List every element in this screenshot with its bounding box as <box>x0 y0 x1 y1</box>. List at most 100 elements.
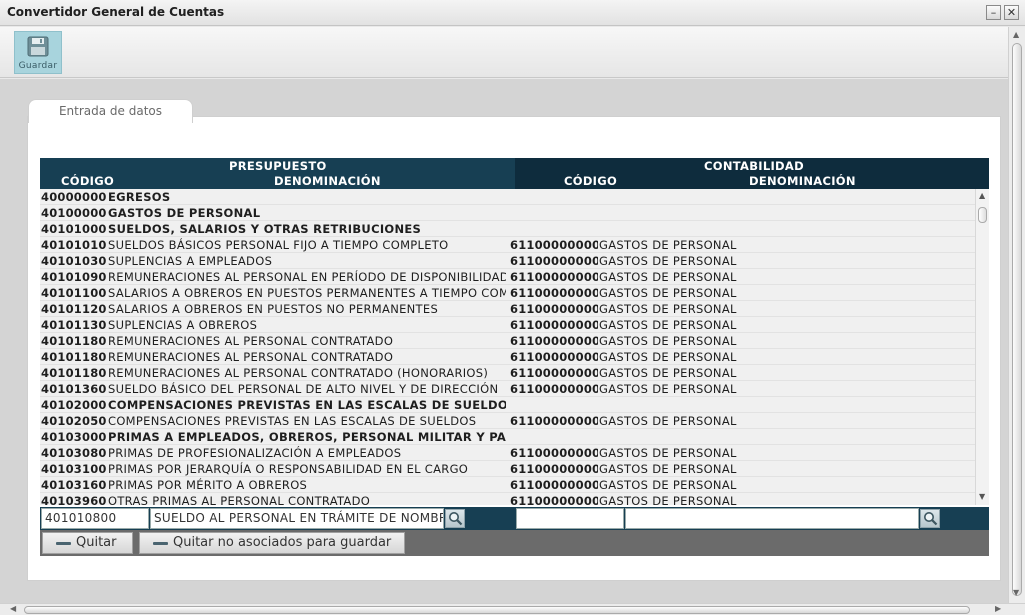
table-row[interactable]: 401011000SALARIOS A OBREROS EN PUESTOS P… <box>40 285 975 301</box>
pres-code-cell: 401010000 <box>41 222 107 236</box>
pres-code-cell: 401031000 <box>41 462 107 476</box>
pres-code-cell: 401020500 <box>41 414 107 428</box>
cont-code-cell: 611000000000 <box>510 334 598 348</box>
pres-code-cell: 401011200 <box>41 302 107 316</box>
cont-code-input[interactable] <box>516 508 624 529</box>
pres-denom-cell: PRIMAS POR MÉRITO A OBREROS <box>108 478 308 492</box>
minimize-button[interactable]: – <box>986 5 1001 20</box>
pres-code-cell: 401011800 <box>41 334 107 348</box>
cont-denom-input[interactable] <box>625 508 919 529</box>
floppy-disk-icon <box>27 36 49 57</box>
pres-denom-cell: GASTOS DE PERSONAL <box>108 206 261 220</box>
scroll-left-icon[interactable]: ◀ <box>10 604 16 613</box>
scroll-down-icon[interactable]: ▼ <box>1013 588 1019 597</box>
pres-code-cell: 400000000 <box>41 190 107 204</box>
cont-denom-cell: GASTOS DE PERSONAL <box>599 286 737 300</box>
table-row[interactable]: 401011802REMUNERACIONES AL PERSONAL CONT… <box>40 365 975 381</box>
grid-body: 400000000EGRESOS401000000GASTOS DE PERSO… <box>40 189 975 505</box>
pres-search-button[interactable] <box>445 509 465 528</box>
table-row[interactable]: 401010100SUELDOS BÁSICOS PERSONAL FIJO A… <box>40 237 975 253</box>
table-row[interactable]: 401010900REMUNERACIONES AL PERSONAL EN P… <box>40 269 975 285</box>
cont-denom-cell: GASTOS DE PERSONAL <box>599 414 737 428</box>
window-vertical-scrollbar[interactable]: ▲ ▼ <box>1008 27 1025 603</box>
pres-denom-cell: OTRAS PRIMAS AL PERSONAL CONTRATADO <box>108 494 371 505</box>
table-row[interactable]: 400000000EGRESOS <box>40 189 975 205</box>
pres-denom-cell: COMPENSACIONES PREVISTAS EN LAS ESCALAS … <box>108 414 477 428</box>
window-titlebar: Convertidor General de Cuentas – ✕ <box>0 0 1025 26</box>
save-button[interactable]: Guardar <box>14 31 62 74</box>
cont-denom-cell: GASTOS DE PERSONAL <box>599 318 737 332</box>
grid-scroll-thumb[interactable] <box>978 207 987 223</box>
remove-unassociated-button[interactable]: Quitar no asociados para guardar <box>139 532 405 554</box>
window-horizontal-scrollbar[interactable]: ◀ ▶ <box>0 603 1025 615</box>
scroll-up-icon[interactable]: ▲ <box>1013 30 1019 39</box>
scroll-down-icon[interactable]: ▼ <box>979 492 985 501</box>
cont-search-button[interactable] <box>920 509 940 528</box>
cont-denom-cell: GASTOS DE PERSONAL <box>599 270 737 284</box>
pres-code-cell: 401010900 <box>41 270 107 284</box>
cont-denom-cell: GASTOS DE PERSONAL <box>599 446 737 460</box>
pres-denom-input[interactable]: SUELDO AL PERSONAL EN TRÁMITE DE NOMBRAM… <box>150 508 444 529</box>
cont-code-cell: 611000000000 <box>510 270 598 284</box>
table-row[interactable]: 401020500COMPENSACIONES PREVISTAS EN LAS… <box>40 413 975 429</box>
table-row[interactable]: 401031600PRIMAS POR MÉRITO A OBREROS 6110… <box>40 477 975 493</box>
cont-code-cell: 611000000000 <box>510 494 598 505</box>
scroll-right-icon[interactable]: ▶ <box>995 604 1001 613</box>
remove-button[interactable]: Quitar <box>42 532 133 554</box>
window-hscroll-thumb[interactable] <box>24 606 970 614</box>
table-row[interactable]: 401030800PRIMAS DE PROFESIONALIZACIÓN A … <box>40 445 975 461</box>
grid-scrollbar[interactable]: ▲ ▼ <box>975 189 989 505</box>
window-scroll-thumb[interactable] <box>1012 43 1022 596</box>
table-row[interactable]: 401010000SUELDOS, SALARIOS Y OTRAS RETRI… <box>40 221 975 237</box>
cont-code-header[interactable]: CÓDIGO <box>564 174 617 188</box>
pres-code-cell: 401011801 <box>41 350 107 364</box>
pres-code-cell: 401010100 <box>41 238 107 252</box>
pres-denom-cell: SUPLENCIAS A EMPLEADOS <box>108 254 273 268</box>
pres-denom-cell: PRIMAS A EMPLEADOS, OBREROS, PERSONAL MI… <box>108 430 506 444</box>
table-row[interactable]: 401020000COMPENSACIONES PREVISTAS EN LAS… <box>40 397 975 413</box>
cont-code-cell: 611000000000 <box>510 350 598 364</box>
pres-code-cell: 401030800 <box>41 446 107 460</box>
window-title: Convertidor General de Cuentas <box>7 5 225 19</box>
toolbar: Guardar <box>0 27 1008 78</box>
table-row[interactable]: 401039600OTRAS PRIMAS AL PERSONAL CONTRA… <box>40 493 975 505</box>
pres-denom-cell: SUPLENCIAS A OBREROS <box>108 318 258 332</box>
table-row[interactable]: 401011200SALARIOS A OBREROS EN PUESTOS N… <box>40 301 975 317</box>
pres-code-cell: 401011000 <box>41 286 107 300</box>
table-row[interactable]: 401013600SUELDO BÁSICO DEL PERSONAL DE A… <box>40 381 975 397</box>
contabilidad-header: CONTABILIDAD <box>704 159 804 173</box>
table-row[interactable]: 401031000PRIMAS POR JERARQUÍA O RESPONSA… <box>40 461 975 477</box>
pres-denom-cell: REMUNERACIONES AL PERSONAL CONTRATADO <box>108 334 394 348</box>
close-button[interactable]: ✕ <box>1004 5 1019 20</box>
cont-code-cell: 611000000000 <box>510 462 598 476</box>
table-row[interactable]: 401011801REMUNERACIONES AL PERSONAL CONT… <box>40 349 975 365</box>
filter-row: 401010800 SUELDO AL PERSONAL EN TRÁMITE … <box>40 507 989 530</box>
pres-denom-cell: REMUNERACIONES AL PERSONAL CONTRATADO <box>108 350 394 364</box>
cont-denom-cell: GASTOS DE PERSONAL <box>599 238 737 252</box>
pres-denom-cell: REMUNERACIONES AL PERSONAL EN PERÍODO DE… <box>108 270 506 284</box>
scroll-up-icon[interactable]: ▲ <box>979 191 985 200</box>
remove-unassociated-label: Quitar no asociados para guardar <box>173 535 392 550</box>
cont-denom-cell: GASTOS DE PERSONAL <box>599 350 737 364</box>
pres-code-cell: 401011300 <box>41 318 107 332</box>
pres-denom-header[interactable]: DENOMINACIÓN <box>274 174 381 188</box>
pres-denom-cell: EGRESOS <box>108 190 171 204</box>
cont-denom-cell: GASTOS DE PERSONAL <box>599 478 737 492</box>
table-row[interactable]: 401010300SUPLENCIAS A EMPLEADOS 611000000… <box>40 253 975 269</box>
table-row[interactable]: 401030000PRIMAS A EMPLEADOS, OBREROS, PE… <box>40 429 975 445</box>
table-row[interactable]: 401011300SUPLENCIAS A OBREROS 61100000000… <box>40 317 975 333</box>
table-row[interactable]: 401011800REMUNERACIONES AL PERSONAL CONT… <box>40 333 975 349</box>
cont-code-cell: 611000000000 <box>510 286 598 300</box>
save-button-label: Guardar <box>18 61 58 71</box>
cont-denom-cell: GASTOS DE PERSONAL <box>599 366 737 380</box>
cont-code-cell: 611000000000 <box>510 238 598 252</box>
pres-denom-cell: SALARIOS A OBREROS EN PUESTOS NO PERMANE… <box>108 302 439 316</box>
tab-entrada-de-datos[interactable]: Entrada de datos <box>28 99 193 123</box>
table-row[interactable]: 401000000GASTOS DE PERSONAL <box>40 205 975 221</box>
pres-code-header[interactable]: CÓDIGO <box>61 174 114 188</box>
cont-denom-header[interactable]: DENOMINACIÓN <box>749 174 856 188</box>
magnifier-icon <box>924 512 938 526</box>
pres-code-input[interactable]: 401010800 <box>41 508 149 529</box>
minus-icon <box>153 542 168 545</box>
remove-button-label: Quitar <box>76 535 117 550</box>
